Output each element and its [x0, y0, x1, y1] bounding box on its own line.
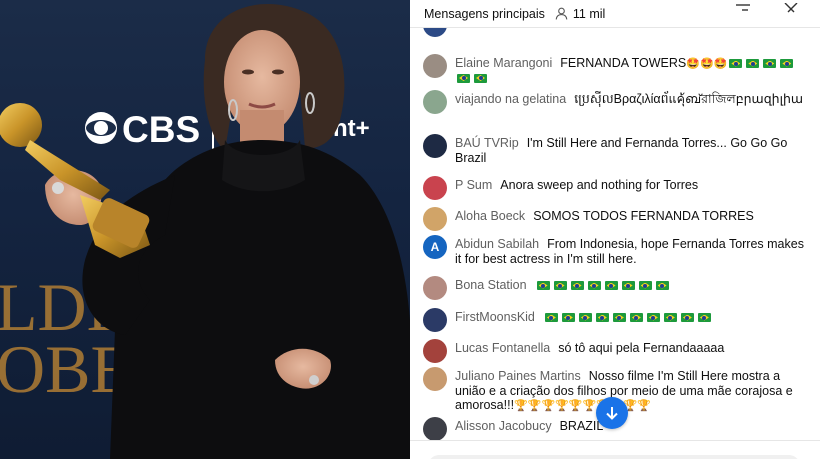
brazil-flag-icon — [474, 73, 487, 83]
chat-message-list[interactable]: FERNANDA TORRES NESSA Elaine Marangoni FER… — [410, 28, 820, 440]
message-body: Lucas Fontanella só tô aqui pela Fernanda… — [455, 341, 724, 356]
message-body: FirstMoonsKid — [455, 310, 713, 325]
message-body: Juliano Paines Martins Nosso filme I'm St… — [455, 369, 808, 413]
chat-message[interactable]: A Abidun Sabilah From Indonesia, hope Fern… — [423, 235, 808, 266]
brazil-flag-icon — [612, 313, 626, 322]
message-body: Abidun Sabilah From Indonesia, hope Ferna… — [455, 237, 808, 266]
author-name[interactable]: P Sum — [455, 178, 492, 192]
author-name[interactable]: BAÚ TVRip — [455, 136, 519, 150]
brazil-flag-icon — [578, 313, 592, 322]
brazil-flag-icon — [655, 281, 669, 290]
viewer-count-text: 11 mil — [572, 6, 606, 21]
avatar[interactable] — [423, 54, 447, 78]
message-text: BRAZIL — [559, 419, 604, 433]
avatar[interactable] — [423, 176, 447, 200]
cbs-wordmark: CBS — [122, 109, 200, 150]
avatar[interactable] — [423, 276, 447, 300]
chat-header: Mensagens principais 11 mil — [410, 0, 820, 28]
brazil-flag-icon — [763, 59, 777, 68]
chat-message[interactable]: Lucas Fontanella só tô aqui pela Fernanda… — [423, 339, 808, 363]
author-name[interactable]: FirstMoonsKid — [455, 310, 535, 324]
message-body: viajando na gelatina ប្រេស៊ីលBραζιλίαព័แค… — [455, 92, 803, 107]
brazil-flag-icon — [621, 281, 635, 290]
message-text: só tô aqui pela Fernandaaaaa — [558, 341, 725, 355]
close-icon — [784, 3, 798, 13]
message-text: ប្រេស៊ីលBραζιλίαព័แคุ้ബ്রাজিলբրազիլիա — [574, 92, 804, 106]
avatar[interactable] — [423, 90, 447, 114]
author-name[interactable]: Elaine Marangoni — [455, 56, 552, 70]
message-body: P Sum Anora sweep and nothing for Torres — [455, 178, 698, 193]
chat-message[interactable]: viajando na gelatina ប្រេស៊ីលBραζιλίαព័แค… — [423, 90, 808, 114]
chat-message[interactable]: Elaine Marangoni FERNANDA TOWERS 🤩🤩🤩 — [423, 54, 808, 85]
brazil-flag-icon — [457, 73, 470, 83]
brazil-flag-icon — [780, 59, 794, 68]
chat-message[interactable]: FERNANDA TORRES NESSA — [423, 28, 808, 37]
message-text: FERNANDA TORRES NESSA — [455, 28, 624, 29]
chat-input-field[interactable] — [428, 455, 800, 459]
message-text: SOMOS TODOS FERNANDA TORRES — [533, 209, 754, 223]
chat-mode-title[interactable]: Mensagens principais — [424, 7, 545, 21]
brazil-flag-icon — [544, 313, 558, 322]
brazil-flag-icon — [680, 313, 694, 322]
brazil-flag-icon — [561, 313, 575, 322]
brazil-flag-icon — [729, 59, 743, 68]
brazil-flag-icon — [570, 281, 584, 290]
brazil-flag-icon — [629, 313, 643, 322]
message-emoji: 🤩🤩🤩 — [686, 58, 728, 70]
message-text: FERNANDA TOWERS — [560, 56, 687, 70]
brazil-flag-icon — [553, 281, 567, 290]
backdrop-letters-bottom: OBE — [0, 331, 132, 407]
author-name[interactable]: Alisson Jacobucy — [455, 419, 552, 433]
brazil-flag-icon — [746, 59, 760, 68]
chat-message[interactable]: Bona Station — [423, 276, 808, 300]
chat-message[interactable]: Aloha Boeck SOMOS TODOS FERNANDA TORRES — [423, 207, 808, 231]
chat-message[interactable]: FirstMoonsKid — [423, 308, 808, 332]
avatar[interactable] — [423, 207, 447, 231]
chat-footer — [410, 440, 820, 459]
avatar[interactable] — [423, 367, 447, 391]
avatar[interactable]: A — [423, 235, 447, 259]
message-text: Anora sweep and nothing for Torres — [500, 178, 699, 192]
person-icon — [555, 7, 568, 20]
message-body: FERNANDA TORRES NESSA — [455, 28, 624, 30]
avatar[interactable] — [423, 28, 447, 37]
cbs-logo — [85, 112, 117, 144]
brazil-flag-icon — [595, 313, 609, 322]
menu-icon — [736, 4, 750, 11]
live-chat-panel: Mensagens principais 11 mil FERNANDA TOR… — [410, 0, 820, 459]
message-emoji: 🏆🏆🏆🏆🏆🏆🏆🏆🏆🏆 — [514, 400, 652, 412]
author-name[interactable]: Abidun Sabilah — [455, 237, 539, 251]
author-name[interactable]: viajando na gelatina — [455, 92, 566, 106]
author-name[interactable]: Juliano Paines Martins — [455, 369, 581, 383]
brazil-flag-icon — [638, 281, 652, 290]
avatar[interactable] — [423, 134, 447, 158]
author-name[interactable]: Bona Station — [455, 278, 527, 292]
brazil-flag-icon — [697, 313, 711, 322]
message-body: Bona Station — [455, 278, 671, 293]
chat-message[interactable]: BAÚ TVRip I'm Still Here and Fernanda Tor… — [423, 134, 808, 165]
author-name[interactable]: Aloha Boeck — [455, 209, 525, 223]
brazil-flag-icon — [663, 313, 677, 322]
brazil-flag-icon — [604, 281, 618, 290]
avatar[interactable] — [423, 417, 447, 440]
close-chat-button[interactable] — [778, 0, 804, 16]
scroll-to-bottom-button[interactable] — [596, 397, 628, 429]
message-body: Alisson Jacobucy BRAZIL — [455, 419, 603, 434]
arrow-down-icon — [606, 407, 618, 420]
press-room-image: LDE OBE CBS nt+ — [0, 3, 410, 459]
brazil-flag-icon — [646, 313, 660, 322]
message-body: Elaine Marangoni FERNANDA TOWERS 🤩🤩🤩 — [455, 56, 808, 85]
chat-message[interactable]: P Sum Anora sweep and nothing for Torres — [423, 176, 808, 200]
avatar[interactable] — [423, 308, 447, 332]
author-name[interactable]: Lucas Fontanella — [455, 341, 550, 355]
message-body: BAÚ TVRip I'm Still Here and Fernanda Tor… — [455, 136, 808, 165]
brazil-flag-icon — [587, 281, 601, 290]
menu-button[interactable] — [730, 0, 756, 16]
viewer-count: 11 mil — [555, 7, 605, 21]
avatar[interactable] — [423, 339, 447, 363]
video-frame: LDE OBE CBS nt+ — [0, 0, 410, 459]
brazil-flag-icon — [536, 281, 550, 290]
message-body: Aloha Boeck SOMOS TODOS FERNANDA TORRES — [455, 209, 754, 224]
